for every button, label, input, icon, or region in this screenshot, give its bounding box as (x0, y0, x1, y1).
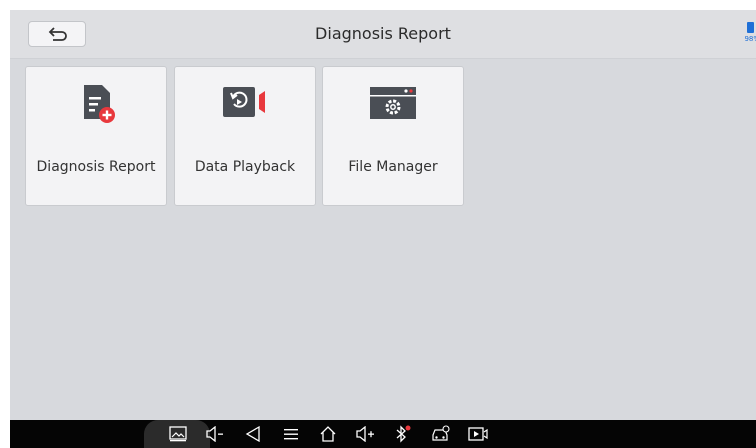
back-triangle-icon[interactable] (242, 424, 264, 444)
app-screen: Diagnosis Report 98% (10, 10, 756, 420)
tile-label: Diagnosis Report (36, 158, 156, 175)
volume-up-icon[interactable] (355, 424, 377, 444)
battery-icon (747, 22, 754, 33)
home-icon[interactable] (317, 424, 339, 444)
battery-indicator: 98% (740, 22, 756, 48)
bluetooth-icon[interactable] (392, 424, 414, 444)
settings-window-icon (370, 87, 416, 119)
tile-diagnosis-report[interactable]: Diagnosis Report (25, 66, 167, 206)
system-nav-bar (10, 420, 756, 448)
back-arrow-icon (48, 27, 67, 41)
screenshot-icon[interactable] (167, 424, 189, 444)
battery-percent: 98% (744, 35, 756, 43)
page-title: Diagnosis Report (315, 24, 451, 43)
playback-video-icon (223, 87, 265, 117)
menu-icon[interactable] (280, 424, 302, 444)
back-button[interactable] (28, 21, 86, 47)
car-diagnostic-icon[interactable] (430, 424, 452, 444)
screen-record-icon[interactable] (467, 424, 489, 444)
header-bar: Diagnosis Report 98% (10, 10, 756, 59)
tile-label: File Manager (348, 158, 438, 175)
document-add-icon (84, 85, 115, 123)
volume-down-icon[interactable] (204, 424, 226, 444)
tile-label: Data Playback (194, 158, 296, 175)
tile-file-manager[interactable]: File Manager (322, 66, 464, 206)
tile-data-playback[interactable]: Data Playback (174, 66, 316, 206)
